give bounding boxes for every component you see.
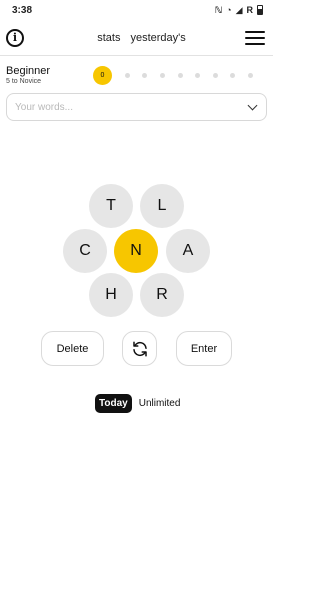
delete-button[interactable]: Delete — [41, 331, 104, 366]
hive-letter[interactable]: R — [140, 273, 184, 317]
progress-dot — [248, 72, 253, 78]
progress-dot — [230, 72, 236, 78]
progress-dot — [124, 72, 130, 78]
app-header: i stats yesterday's — [0, 20, 273, 56]
status-icons: ℕ ◔ ◢ R — [215, 5, 263, 16]
progress-dot — [195, 72, 201, 78]
progress-dot — [142, 72, 148, 78]
wifi-icon: ◔ — [226, 5, 232, 15]
hive-letter[interactable]: T — [89, 184, 133, 228]
today-tab[interactable]: Today — [95, 394, 132, 413]
roaming-indicator: R — [246, 5, 254, 15]
score-bubble: 0 — [93, 65, 112, 85]
rank-row: Beginner 5 to Novice 0 — [0, 56, 273, 88]
shuffle-button[interactable] — [122, 331, 157, 366]
hive-letter[interactable]: H — [89, 273, 133, 317]
nfc-icon: ℕ — [214, 4, 223, 15]
progress-dot — [177, 72, 183, 78]
chevron-down-icon — [247, 100, 258, 110]
progress-dot — [159, 72, 165, 78]
menu-bar — [245, 36, 265, 39]
stats-link[interactable]: stats — [97, 32, 120, 44]
refresh-icon — [132, 341, 147, 356]
letter-hive: T L C N A H R — [0, 0, 273, 592]
unlimited-tab[interactable]: Unlimited — [139, 398, 181, 409]
menu-icon[interactable] — [245, 30, 265, 45]
info-icon[interactable]: i — [6, 28, 24, 47]
enter-button[interactable]: Enter — [176, 331, 232, 366]
status-time: 3:38 — [12, 4, 33, 16]
hive-letter[interactable]: A — [166, 229, 210, 273]
mode-switch: Today Unlimited — [95, 394, 180, 413]
status-bar: 3:38 ℕ ◔ ◢ R — [0, 0, 273, 20]
found-words-dropdown[interactable]: Your words... — [6, 93, 267, 121]
header-links: stats yesterday's — [97, 32, 186, 44]
battery-icon — [257, 5, 263, 15]
rank-subtitle: 5 to Novice — [6, 78, 42, 85]
rank-title: Beginner — [6, 65, 51, 77]
hive-letter[interactable]: L — [140, 184, 184, 228]
rank-progress[interactable]: 0 — [93, 65, 267, 85]
words-placeholder: Your words... — [15, 101, 73, 113]
progress-dot — [212, 72, 218, 78]
menu-bar — [245, 42, 265, 45]
hive-center-letter[interactable]: N — [114, 229, 158, 273]
rank-label: Beginner 5 to Novice — [6, 65, 92, 85]
menu-bar — [245, 30, 265, 33]
yesterdays-link[interactable]: yesterday's — [130, 32, 185, 44]
hive-letter[interactable]: C — [63, 229, 107, 273]
word-controls: Delete Enter — [0, 331, 273, 367]
signal-icon: ◢ — [235, 4, 243, 15]
